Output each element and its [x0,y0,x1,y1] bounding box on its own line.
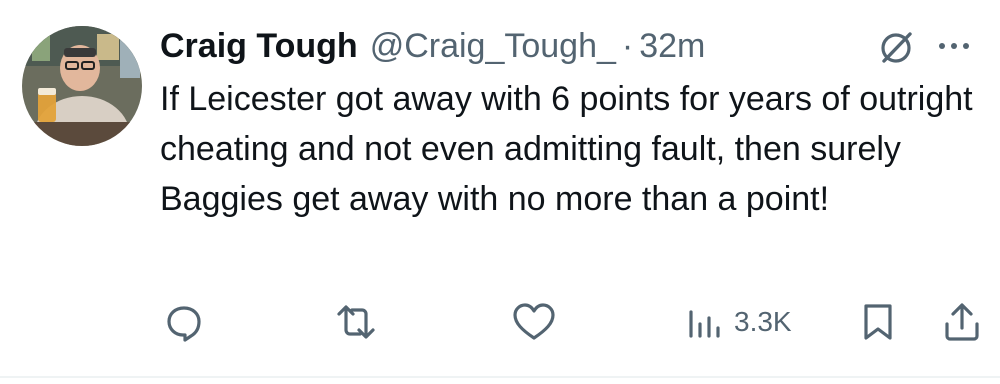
views-button[interactable]: 3.3K [686,302,792,342]
timestamp[interactable]: 32m [639,22,705,70]
like-button[interactable] [510,300,558,344]
more-icon[interactable] [934,34,974,58]
action-bar: 3.3K [0,298,1000,346]
bookmark-icon [864,304,892,340]
user-handle[interactable]: @Craig_Tough_ [370,22,616,70]
views-icon [689,310,720,338]
bookmark-button[interactable] [858,300,898,344]
avatar[interactable] [22,26,142,146]
separator-dot: · [621,27,634,65]
reply-button[interactable] [162,300,206,344]
retweet-button[interactable] [332,300,380,344]
views-count: 3.3K [734,306,792,337]
tweet-card[interactable]: Craig Tough @Craig_Tough_ · 32m If Leice… [0,0,1000,378]
heart-icon [513,303,555,340]
tweet-header: Craig Tough @Craig_Tough_ · 32m [160,22,705,70]
grok-icon[interactable] [876,28,916,68]
share-button[interactable] [940,300,984,344]
retweet-icon [337,305,375,339]
avatar-image [22,26,142,146]
reply-icon [167,306,201,342]
tweet-text: If Leicester got away with 6 points for … [160,80,983,218]
share-icon [945,303,979,341]
display-name[interactable]: Craig Tough [160,22,358,70]
